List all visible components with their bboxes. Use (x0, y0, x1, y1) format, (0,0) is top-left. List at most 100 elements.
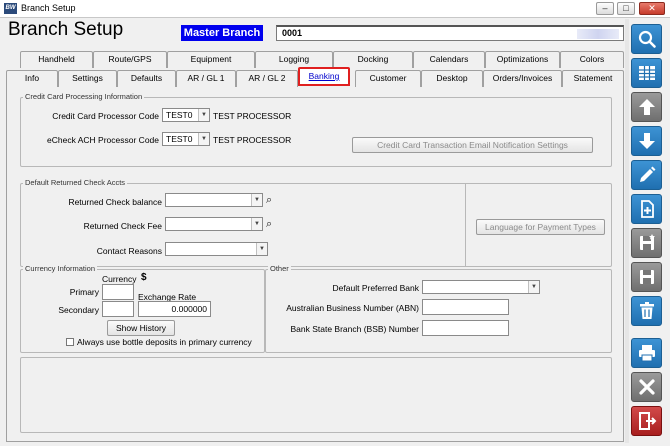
minimize-button[interactable]: – (596, 2, 614, 15)
contact-reasons-label: Contact Reasons (96, 246, 162, 256)
search-button[interactable] (631, 24, 662, 54)
cancel-button[interactable] (631, 372, 662, 402)
save-new-icon (639, 234, 655, 250)
save-icon (639, 270, 654, 284)
close-window-button[interactable]: ✕ (639, 2, 665, 15)
tab-banking[interactable]: Banking (298, 67, 350, 86)
tab-settings[interactable]: Settings (58, 70, 117, 87)
tab-calendars[interactable]: Calendars (413, 51, 485, 68)
returned-check-balance-select[interactable]: ▼ (165, 193, 263, 207)
tab-docking[interactable]: Docking (333, 51, 413, 68)
pencil-icon (639, 166, 655, 182)
app-logo-icon: BW (4, 3, 17, 14)
abn-label: Australian Business Number (ABN) (286, 303, 419, 313)
tab-info[interactable]: Info (6, 70, 58, 87)
primary-currency-input[interactable] (102, 284, 134, 300)
tab-colors[interactable]: Colors (560, 51, 624, 68)
arrow-down-icon (638, 133, 655, 149)
main-area: Branch Setup Master Branch 0001 Handheld… (3, 19, 625, 443)
bottle-deposits-label: Always use bottle deposits in primary cu… (77, 337, 252, 347)
print-button[interactable] (631, 338, 662, 368)
tab-orders-invoices[interactable]: Orders/Invoices (483, 70, 562, 87)
grid-view-button[interactable] (631, 58, 662, 88)
tab-handheld[interactable]: Handheld (20, 51, 93, 68)
new-record-button[interactable] (631, 194, 662, 224)
abn-input[interactable] (422, 299, 509, 315)
print-icon (638, 345, 655, 362)
credit-card-legend: Credit Card Processing Information (23, 92, 145, 101)
empty-group (20, 357, 612, 433)
tab-logging[interactable]: Logging (255, 51, 333, 68)
redacted-branch-name (577, 29, 619, 39)
currency-symbol: $ (141, 272, 147, 283)
page-title: Branch Setup (8, 19, 124, 40)
primary-currency-label: Primary (69, 287, 99, 297)
currency-header: Currency (102, 274, 137, 284)
tab-customer[interactable]: Customer (355, 70, 421, 87)
language-payment-types-button[interactable]: Language for Payment Types (476, 219, 605, 235)
binoculars-search-icon[interactable]: ⌕ (266, 218, 272, 230)
tab-ar-gl-2[interactable]: AR / GL 2 (236, 70, 298, 87)
bsb-input[interactable] (422, 320, 509, 336)
banking-panel: Credit Card Processing Information Credi… (6, 87, 624, 442)
cc-processor-value: TEST0 (166, 110, 193, 120)
chevron-down-icon[interactable]: ▼ (251, 194, 262, 206)
tab-desktop[interactable]: Desktop (421, 70, 483, 87)
exchange-rate-input[interactable]: 0.000000 (138, 301, 211, 317)
echeck-processor-desc: TEST PROCESSOR (213, 135, 292, 145)
returned-check-fee-label: Returned Check Fee (83, 221, 162, 231)
cc-processor-desc: TEST PROCESSOR (213, 111, 292, 121)
show-history-button[interactable]: Show History (107, 320, 175, 336)
chevron-down-icon[interactable]: ▼ (256, 243, 267, 255)
edit-button[interactable] (631, 160, 662, 190)
window-title: Branch Setup (21, 3, 76, 13)
contact-reasons-select[interactable]: ▼ (165, 242, 268, 256)
search-icon (638, 30, 656, 48)
maximize-button[interactable]: □ (617, 2, 635, 15)
cancel-icon (638, 379, 655, 395)
save-new-button[interactable] (631, 228, 662, 258)
move-down-button[interactable] (631, 126, 662, 156)
chevron-down-icon[interactable]: ▼ (528, 281, 539, 293)
credit-card-group (20, 97, 612, 167)
echeck-processor-value: TEST0 (166, 134, 193, 144)
branch-name-badge: Master Branch (181, 25, 263, 41)
group-divider (465, 183, 466, 267)
returned-check-balance-label: Returned Check balance (68, 197, 162, 207)
secondary-currency-input[interactable] (102, 301, 134, 317)
returned-check-fee-select[interactable]: ▼ (165, 217, 263, 231)
preferred-bank-select[interactable]: ▼ (422, 280, 540, 294)
tab-statement[interactable]: Statement (562, 70, 624, 87)
tab-ar-gl-1[interactable]: AR / GL 1 (176, 70, 236, 87)
window-titlebar: BW Branch Setup – □ ✕ (0, 0, 670, 18)
echeck-processor-label: eCheck ACH Processor Code (47, 135, 159, 145)
tab-optimizations[interactable]: Optimizations (485, 51, 560, 68)
grid-icon (638, 66, 655, 80)
branch-code-field[interactable]: 0001 (276, 25, 624, 41)
currency-legend: Currency Information (23, 264, 98, 273)
other-legend: Other (268, 264, 291, 273)
branch-code: 0001 (282, 28, 303, 38)
trash-icon (639, 302, 654, 319)
move-up-button[interactable] (631, 92, 662, 122)
tab-equipment[interactable]: Equipment (167, 51, 255, 68)
chevron-down-icon[interactable]: ▼ (198, 109, 209, 121)
chevron-down-icon[interactable]: ▼ (251, 218, 262, 230)
exit-icon (638, 412, 656, 430)
new-document-icon (640, 200, 654, 218)
tab-defaults[interactable]: Defaults (117, 70, 176, 87)
exit-button[interactable] (631, 406, 662, 436)
cc-processor-select[interactable]: TEST0 ▼ (162, 108, 210, 122)
email-notification-settings-button[interactable]: Credit Card Transaction Email Notificati… (352, 137, 593, 153)
chevron-down-icon[interactable]: ▼ (198, 133, 209, 145)
arrow-up-icon (638, 99, 655, 115)
binoculars-search-icon[interactable]: ⌕ (266, 194, 272, 206)
secondary-currency-label: Secondary (58, 305, 99, 315)
bottle-deposits-checkbox[interactable] (66, 338, 74, 346)
bsb-label: Bank State Branch (BSB) Number (290, 324, 419, 334)
save-button[interactable] (631, 262, 662, 292)
returned-check-legend: Default Returned Check Accts (23, 178, 128, 187)
tab-route-gps[interactable]: Route/GPS (93, 51, 167, 68)
delete-button[interactable] (631, 296, 662, 326)
echeck-processor-select[interactable]: TEST0 ▼ (162, 132, 210, 146)
